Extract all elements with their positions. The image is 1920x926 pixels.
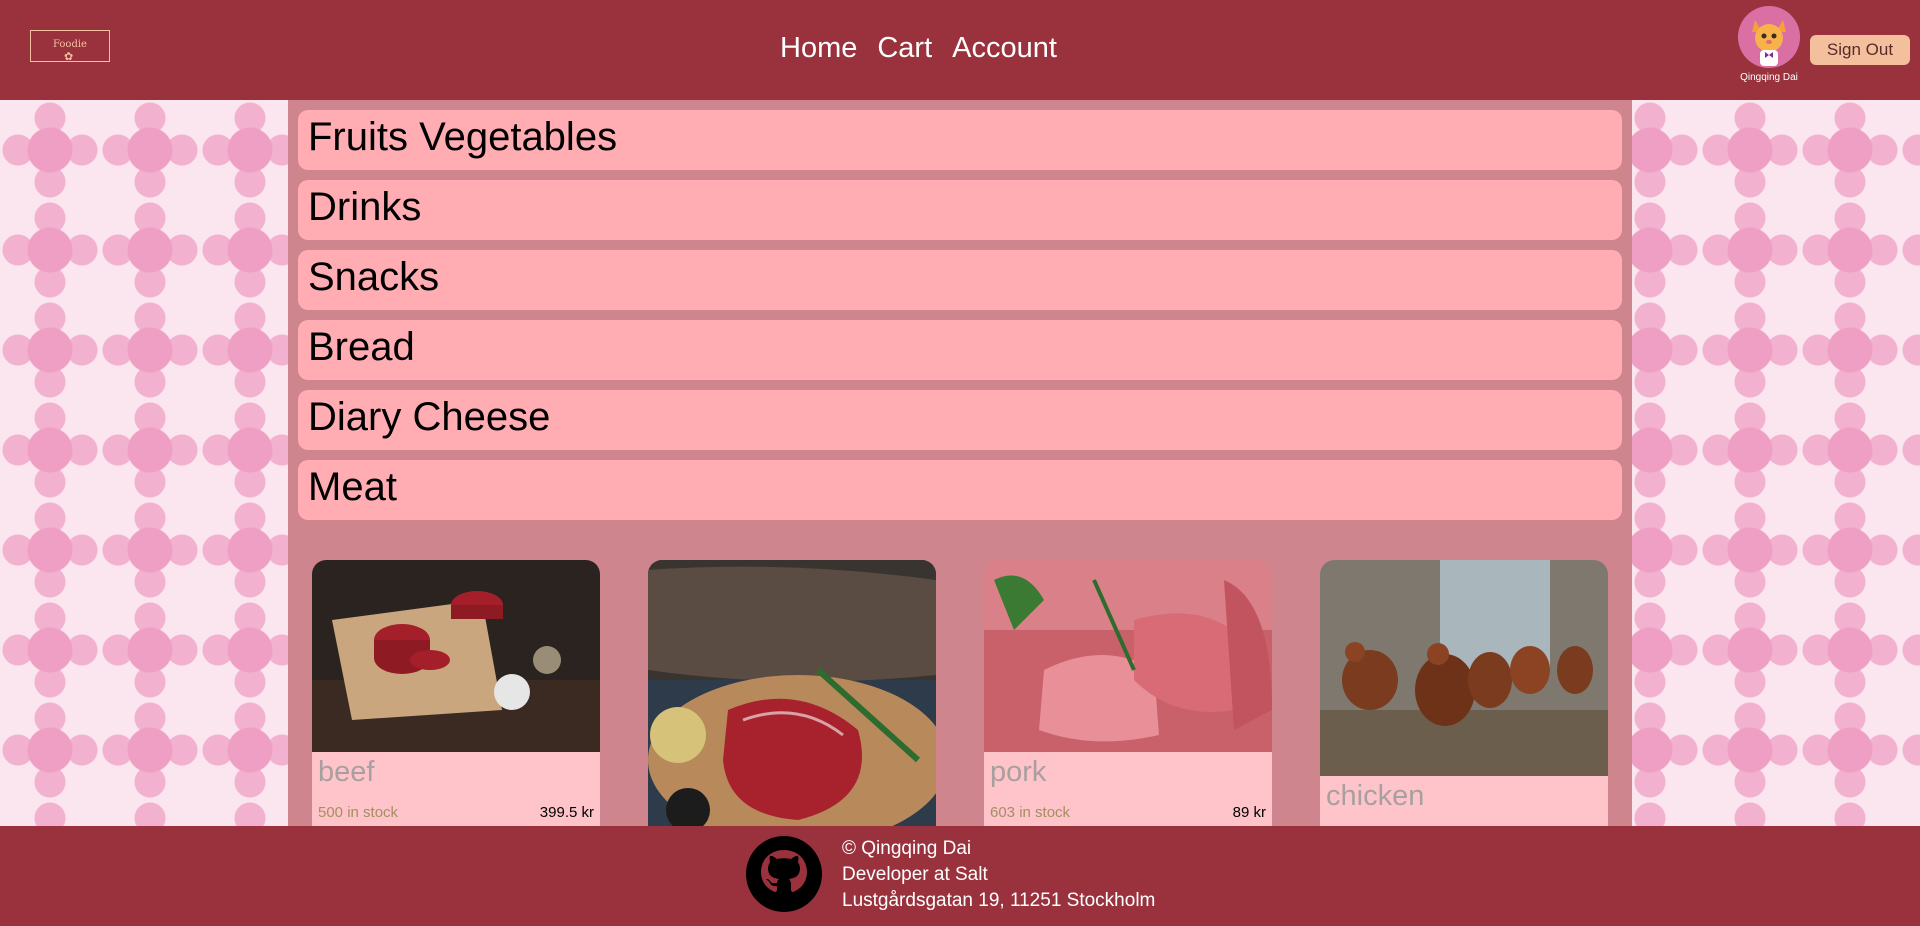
avatar[interactable]	[1738, 6, 1800, 68]
main-nav: Home Cart Account	[780, 32, 1057, 65]
github-icon[interactable]	[746, 836, 822, 912]
nav-account[interactable]: Account	[952, 32, 1057, 65]
site-header: Foodie ✿ Home Cart Account Qingqing Dai …	[0, 0, 1920, 100]
product-card-chicken[interactable]: chicken	[1320, 560, 1608, 826]
main-content: Fruits Vegetables Drinks Snacks Bread Di…	[288, 100, 1632, 826]
product-card-pork[interactable]: pork 603 in stock 89 kr	[984, 560, 1272, 826]
sign-out-button[interactable]: Sign Out	[1810, 35, 1910, 65]
user-name: Qingqing Dai	[1740, 72, 1798, 83]
flower-icon: ✿	[64, 51, 74, 63]
beef-image	[312, 560, 600, 752]
product-stock: 603 in stock	[990, 804, 1071, 821]
category-fruits-vegetables[interactable]: Fruits Vegetables	[298, 110, 1622, 170]
product-card-beef[interactable]: beef 500 in stock 399.5 kr	[312, 560, 600, 826]
footer-address: Lustgårdsgatan 19, 11251 Stockholm	[842, 890, 1156, 911]
product-name: beef	[318, 756, 375, 788]
footer-role: Developer at Salt	[842, 864, 988, 885]
product-price: 399.5 kr	[539, 804, 594, 821]
product-price: 89 kr	[1232, 804, 1266, 821]
cat-avatar-icon	[1738, 6, 1800, 68]
pork-image	[984, 560, 1272, 752]
product-stock: 500 in stock	[318, 804, 399, 821]
category-meat[interactable]: Meat	[298, 460, 1622, 520]
category-snacks[interactable]: Snacks	[298, 250, 1622, 310]
product-name: pork	[990, 756, 1047, 788]
chicken-image	[1320, 560, 1608, 776]
steak-image	[648, 560, 936, 826]
site-footer: © Qingqing Dai Developer at Salt Lustgår…	[0, 826, 1920, 926]
nav-home[interactable]: Home	[780, 32, 857, 65]
nav-cart[interactable]: Cart	[877, 32, 932, 65]
category-diary-cheese[interactable]: Diary Cheese	[298, 390, 1622, 450]
footer-copyright: © Qingqing Dai	[842, 838, 972, 859]
product-card-steak[interactable]	[648, 560, 936, 826]
category-drinks[interactable]: Drinks	[298, 180, 1622, 240]
category-bread[interactable]: Bread	[298, 320, 1622, 380]
logo-text: Foodie	[53, 39, 87, 50]
product-name: chicken	[1326, 780, 1425, 812]
